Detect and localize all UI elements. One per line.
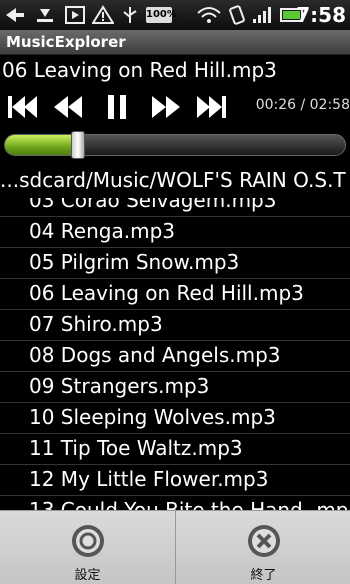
exit-menu-item[interactable]: 終了 — [175, 511, 350, 584]
track-label: 03 Corao Selvagem.mp3 — [29, 198, 277, 212]
usb-icon — [123, 7, 137, 23]
download-icon — [37, 9, 53, 22]
wifi-icon — [197, 7, 221, 23]
settings-icon — [72, 525, 104, 557]
track-label: 13 Could You Bite the Hand-.mp3 — [29, 498, 350, 510]
track-label: 06 Leaving on Red Hill.mp3 — [29, 281, 304, 305]
track-list-item[interactable]: 08 Dogs and Angels.mp3 — [0, 341, 350, 372]
skip-previous-button[interactable] — [6, 92, 40, 122]
track-label: 04 Renga.mp3 — [29, 219, 175, 243]
track-list-item[interactable]: 05 Pilgrim Snow.mp3 — [0, 248, 350, 279]
back-arrow-icon — [6, 8, 24, 22]
exit-label: 終了 — [250, 568, 277, 583]
track-label: 12 My Little Flower.mp3 — [29, 467, 269, 491]
warning-icon — [92, 5, 114, 24]
close-icon — [248, 525, 280, 557]
pause-button[interactable] — [104, 92, 130, 122]
status-bar: 100% 7:58 — [0, 0, 350, 30]
rewind-button[interactable] — [52, 92, 86, 122]
track-list-item[interactable]: 06 Leaving on Red Hill.mp3 — [0, 279, 350, 310]
app-title-bar: MusicExplorer — [0, 30, 350, 55]
clock: 7:58 — [296, 3, 346, 27]
track-list[interactable]: 03 Corao Selvagem.mp3 04 Renga.mp3 05 Pilg… — [0, 198, 350, 510]
track-list-item[interactable]: 03 Corao Selvagem.mp3 — [0, 198, 350, 217]
track-label: 07 Shiro.mp3 — [29, 312, 163, 336]
signal-icon — [253, 7, 271, 23]
track-list-item[interactable]: 04 Renga.mp3 — [0, 217, 350, 248]
seek-bar[interactable] — [4, 131, 346, 159]
settings-label: 設定 — [74, 568, 101, 583]
seek-thumb[interactable] — [71, 131, 85, 159]
battery-full-icon: 100% — [146, 7, 177, 23]
track-list-item[interactable]: 07 Shiro.mp3 — [0, 310, 350, 341]
options-menu: 設定 終了 — [0, 510, 350, 584]
track-label: 11 Tip Toe Waltz.mp3 — [29, 436, 243, 460]
track-list-item[interactable]: 10 Sleeping Wolves.mp3 — [0, 403, 350, 434]
vibrate-icon — [229, 5, 245, 25]
now-playing-title: 06 Leaving on Red Hill.mp3 — [2, 58, 277, 82]
play-store-icon — [65, 6, 85, 24]
playback-time: 00:26 / 02:58 — [255, 97, 350, 113]
app-title: MusicExplorer — [6, 33, 126, 51]
track-label: 10 Sleeping Wolves.mp3 — [29, 405, 276, 429]
track-list-item[interactable]: 09 Strangers.mp3 — [0, 372, 350, 403]
track-label: 08 Dogs and Angels.mp3 — [29, 343, 281, 367]
track-list-item[interactable]: 12 My Little Flower.mp3 — [0, 465, 350, 496]
fast-forward-button[interactable] — [148, 92, 182, 122]
settings-menu-item[interactable]: 設定 — [0, 511, 175, 584]
track-label: 05 Pilgrim Snow.mp3 — [29, 250, 240, 274]
track-list-item[interactable]: 11 Tip Toe Waltz.mp3 — [0, 434, 350, 465]
track-label: 09 Strangers.mp3 — [29, 374, 210, 398]
skip-next-button[interactable] — [194, 92, 230, 122]
track-list-item[interactable]: 13 Could You Bite the Hand-.mp3 — [0, 496, 350, 510]
folder-path: ...sdcard/Music/WOLF'S RAIN O.S.T — [0, 168, 346, 192]
